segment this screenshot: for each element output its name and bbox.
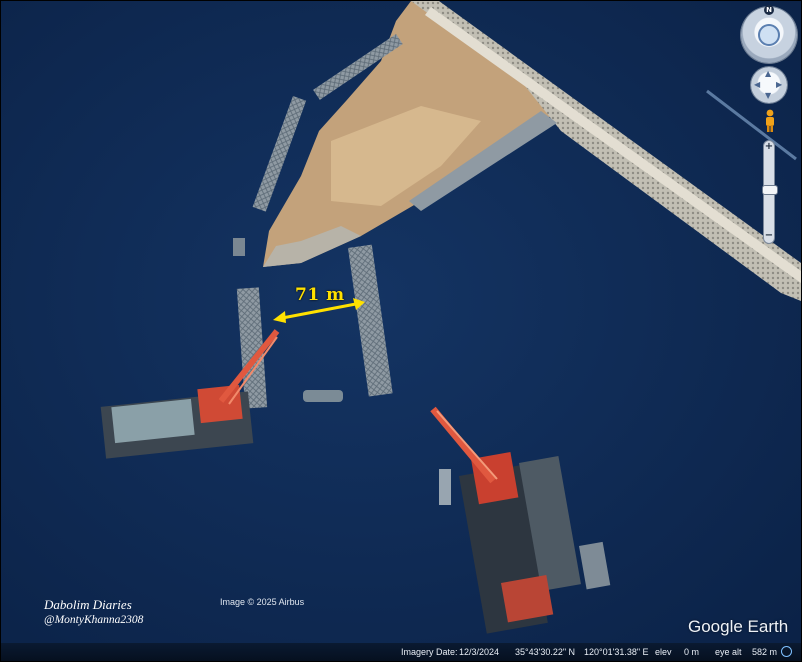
status-bar: Imagery Date: 12/3/2024 35°43'30.22" N 1… <box>1 643 801 661</box>
distance-label: 71 m <box>295 285 345 305</box>
watermark-title: Dabolim Diaries <box>44 597 132 612</box>
caisson-block <box>233 238 245 256</box>
pan-up-icon[interactable]: ▲ <box>765 70 771 78</box>
elev-value: 0 m <box>684 647 700 657</box>
imagery-date: 12/3/2024 <box>459 647 500 657</box>
pan-down-icon[interactable]: ▼ <box>765 92 771 100</box>
latitude: 35°43'30.22" N <box>515 647 576 657</box>
image-credit: Image © 2025 Airbus <box>220 597 305 607</box>
zoom-slider-thumb[interactable] <box>762 184 778 195</box>
small-tug <box>303 390 343 402</box>
move-joystick[interactable]: ▲ ▼ ◀ ▶ <box>751 67 787 103</box>
eye-alt-label: eye alt <box>715 647 742 657</box>
look-around-icon <box>758 24 780 46</box>
north-indicator[interactable]: N <box>764 5 774 15</box>
streaming-progress-icon <box>781 646 792 657</box>
elev-label: elev <box>655 647 672 657</box>
longitude: 120°01'31.38" E <box>584 647 649 657</box>
zoom-slider[interactable]: + − <box>762 141 778 243</box>
pan-right-icon[interactable]: ▶ <box>776 81 782 89</box>
zoom-in-button[interactable]: + <box>764 142 774 152</box>
zoom-out-button[interactable]: − <box>764 231 774 241</box>
satellite-map-view[interactable]: 71 m N ▲ ▼ ◀ ▶ + − Dabolim Diaries @Mont… <box>0 0 802 662</box>
street-view-pegman-icon[interactable] <box>763 109 777 133</box>
imagery-date-label: Imagery Date: <box>401 647 458 657</box>
look-around-control[interactable]: N <box>741 5 797 63</box>
google-earth-logo: Google Earth <box>688 617 789 636</box>
satellite-imagery <box>1 1 801 661</box>
pan-left-icon[interactable]: ◀ <box>754 81 760 89</box>
watermark-handle: @MontyKhanna2308 <box>44 614 144 626</box>
eye-alt-value: 582 m <box>752 647 778 657</box>
